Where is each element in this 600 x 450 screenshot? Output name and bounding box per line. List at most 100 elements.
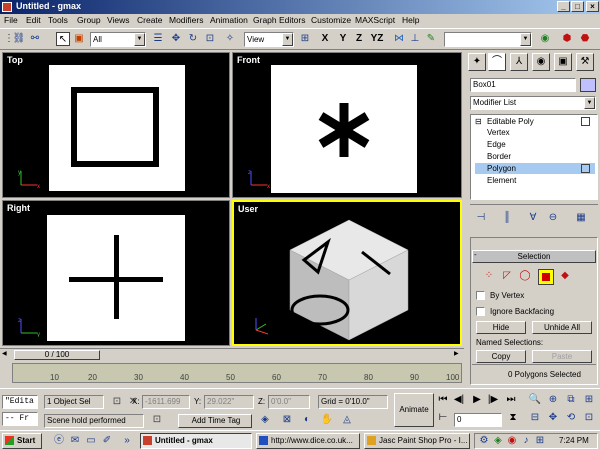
lock-selection-icon[interactable]: ⊡ xyxy=(110,395,124,409)
axis-z-button[interactable]: Z xyxy=(352,32,366,46)
tab-utilities[interactable]: ⚒ xyxy=(576,53,594,71)
stack-item-vertex[interactable]: Vertex xyxy=(487,128,510,138)
prev-frame-icon[interactable]: ◀| xyxy=(452,393,466,407)
track-bar[interactable]: 10 20 30 40 50 60 70 80 90 100 xyxy=(0,361,464,387)
play-icon[interactable]: ▶ xyxy=(470,393,484,407)
remove-modifier-icon[interactable]: ⊖ xyxy=(546,211,560,225)
pan-icon[interactable]: ✋ xyxy=(320,413,334,427)
modifier-list-dropdown[interactable]: Modifier List ▼ xyxy=(470,96,596,110)
title-bar[interactable]: Untitled - gmax _ □ × xyxy=(0,0,600,14)
tray-icon-2[interactable]: ◈ xyxy=(491,434,505,448)
quick-render-icon[interactable]: ⬣ xyxy=(578,32,592,46)
copy-button[interactable]: Copy xyxy=(476,350,526,363)
ref-coord-dropdown[interactable]: View ▼ xyxy=(244,32,294,47)
goto-start-icon[interactable]: ⏮ xyxy=(436,393,450,407)
material-editor-icon[interactable]: ◉ xyxy=(538,32,552,46)
chevron-right-icon[interactable]: » xyxy=(120,434,134,448)
hide-button[interactable]: Hide xyxy=(476,321,526,334)
viewport-front[interactable]: Front x z xyxy=(232,52,462,198)
tint-icon[interactable]: ✎ xyxy=(424,32,438,46)
key-mode-icon[interactable]: ⊢ xyxy=(436,411,450,425)
region-zoom-icon[interactable]: ⊟ xyxy=(528,411,542,425)
start-button[interactable]: Start xyxy=(2,433,42,449)
current-frame-field[interactable]: 0 xyxy=(454,413,502,427)
select-region-icon[interactable]: ▣ xyxy=(72,32,86,46)
app-icon[interactable] xyxy=(2,2,12,12)
menu-maxscript[interactable]: MAXScript xyxy=(355,15,395,25)
maxscript-line-1[interactable]: "Edita xyxy=(2,395,38,409)
tray-icon-3[interactable]: ◉ xyxy=(505,434,519,448)
ie-quicklaunch-icon[interactable]: ⓔ xyxy=(52,434,66,448)
tab-display[interactable]: ▣ xyxy=(554,53,572,71)
orbit-icon[interactable]: ⟲ xyxy=(564,411,578,425)
object-color-swatch[interactable] xyxy=(580,78,596,92)
stack-root-item[interactable]: Editable Poly xyxy=(487,117,534,127)
unhide-all-button[interactable]: Unhide All xyxy=(532,321,592,334)
desktop-quicklaunch-icon[interactable]: ▭ xyxy=(84,434,98,448)
z-coordinate-field[interactable]: 0'0.0" xyxy=(268,395,310,409)
time-config-icon[interactable]: ⧗ xyxy=(506,411,520,425)
menu-edit[interactable]: Edit xyxy=(26,15,41,25)
polygon-mode-button[interactable] xyxy=(538,269,554,285)
task-gmax[interactable]: Untitled - gmax xyxy=(140,433,252,449)
close-button[interactable]: × xyxy=(586,1,599,12)
viewport-top[interactable]: Top x y xyxy=(2,52,230,198)
stack-item-polygon[interactable]: Polygon xyxy=(487,164,516,174)
select-link-icon[interactable]: ⛓ xyxy=(12,32,26,46)
zoom-extents-icon[interactable]: ⊠ xyxy=(280,413,294,427)
named-selection-dropdown[interactable]: ▼ xyxy=(444,32,532,47)
axis-yz-button[interactable]: YZ xyxy=(368,32,386,46)
stack-item-element[interactable]: Element xyxy=(487,176,516,186)
outlook-quicklaunch-icon[interactable]: ✉ xyxy=(68,434,82,448)
polygon-visibility-icon[interactable] xyxy=(581,164,590,173)
maximize-button[interactable]: □ xyxy=(571,1,584,12)
rollout-header[interactable]: Selection xyxy=(472,250,596,263)
rotate-icon[interactable]: ↻ xyxy=(186,32,200,46)
task-paint-shop-pro[interactable]: Jasc Paint Shop Pro - I... xyxy=(364,433,470,449)
volume-icon[interactable]: ♪ xyxy=(519,434,533,448)
show-end-result-icon[interactable]: ║ xyxy=(500,211,514,225)
border-mode-icon[interactable]: ◯ xyxy=(518,269,532,283)
configure-modifier-icon[interactable]: ▦ xyxy=(574,211,588,225)
pivot-icon[interactable]: ⊞ xyxy=(298,32,312,46)
menu-graph-editors[interactable]: Graph Editors xyxy=(253,15,305,25)
slider-prev-icon[interactable]: ◀ xyxy=(2,350,10,359)
next-frame-icon[interactable]: |▶ xyxy=(486,393,500,407)
object-name-field[interactable]: Box01 xyxy=(470,78,576,92)
axis-y-button[interactable]: Y xyxy=(336,32,350,46)
zoom-extents-selected-icon[interactable]: ⊞ xyxy=(582,393,596,407)
select-by-name-icon[interactable]: ☰ xyxy=(151,32,165,46)
task-browser[interactable]: http://www.dice.co.uk... xyxy=(256,433,360,449)
zoom-icon[interactable]: 🔍 xyxy=(528,393,542,407)
x-coordinate-field[interactable]: -1611.699 xyxy=(142,395,190,409)
axis-x-button[interactable]: X xyxy=(318,32,332,46)
zoom-extents-all-icon[interactable]: ⧉ xyxy=(564,393,578,407)
snap-icon[interactable]: ✧ xyxy=(223,32,237,46)
stack-item-border[interactable]: Border xyxy=(487,152,511,162)
align-icon[interactable]: ⊥ xyxy=(408,32,422,46)
menu-tools[interactable]: Tools xyxy=(48,15,68,25)
time-tag-icon[interactable]: ⊡ xyxy=(150,413,164,427)
selection-filter-dropdown[interactable]: All ▼ xyxy=(90,32,146,47)
stack-item-edge[interactable]: Edge xyxy=(487,140,506,150)
viewport-right[interactable]: Right y z xyxy=(2,200,230,346)
arc-rotate-icon[interactable]: ◐ xyxy=(300,413,314,427)
menu-group[interactable]: Group xyxy=(77,15,101,25)
time-slider-thumb[interactable]: 0 / 100 xyxy=(14,350,100,360)
tray-icon-1[interactable]: ⚙ xyxy=(477,434,491,448)
menu-modifiers[interactable]: Modifiers xyxy=(169,15,203,25)
tab-create[interactable]: ✦ xyxy=(468,53,486,71)
by-vertex-checkbox[interactable] xyxy=(476,291,485,300)
maxscript-line-2[interactable]: -- Fr xyxy=(2,412,38,426)
pin-stack-icon[interactable]: ⊣ xyxy=(474,211,488,225)
menu-file[interactable]: File xyxy=(4,15,18,25)
time-slider[interactable]: ◀ 0 / 100 ▶ xyxy=(0,348,464,360)
network-icon[interactable]: ⊞ xyxy=(533,434,547,448)
app-quicklaunch-icon[interactable]: ✐ xyxy=(100,434,114,448)
ignore-backfacing-checkbox[interactable] xyxy=(476,307,485,316)
render-icon[interactable]: ⬢ xyxy=(560,32,574,46)
pan-view-icon[interactable]: ✥ xyxy=(546,411,560,425)
menu-views[interactable]: Views xyxy=(107,15,130,25)
move-icon[interactable]: ✥ xyxy=(169,32,183,46)
mirror-icon[interactable]: ⋈ xyxy=(392,32,406,46)
